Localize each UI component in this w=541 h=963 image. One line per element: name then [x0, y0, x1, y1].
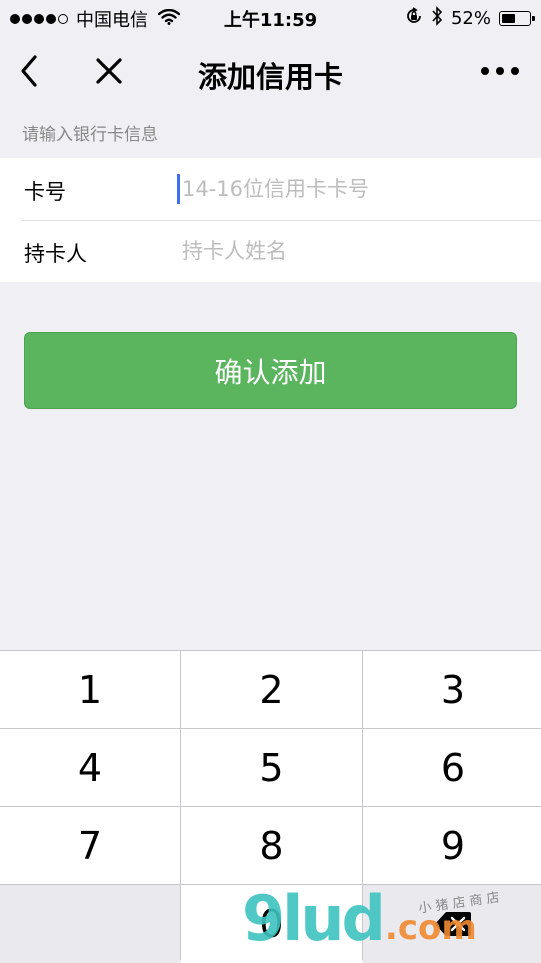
key-7[interactable]: 7 [0, 807, 180, 884]
status-bar: 中国电信 上午11:59 52% [0, 0, 541, 36]
card-number-input[interactable] [178, 168, 522, 210]
delete-key[interactable] [363, 885, 541, 963]
key-1[interactable]: 1 [0, 651, 180, 728]
numeric-keypad: 1 2 3 4 5 6 7 8 9 0 [0, 650, 541, 963]
wifi-icon [157, 8, 181, 30]
section-hint: 请输入银行卡信息 [22, 125, 158, 145]
navigation-bar: 添加信用卡 [0, 36, 541, 106]
status-bar-left: 中国电信 [10, 6, 181, 32]
card-number-label: 卡号 [24, 180, 66, 204]
cardholder-row: 持卡人 [0, 220, 541, 282]
close-button[interactable] [86, 48, 132, 94]
back-button[interactable] [6, 48, 52, 94]
backspace-icon [435, 912, 471, 936]
page-title: 添加信用卡 [197, 60, 343, 94]
cardholder-input[interactable] [178, 230, 522, 272]
key-3[interactable]: 3 [363, 651, 541, 728]
back-icon [21, 55, 37, 87]
confirm-add-button[interactable]: 确认添加 [24, 332, 517, 409]
key-4[interactable]: 4 [0, 729, 180, 806]
battery-icon [499, 11, 535, 26]
key-blank [0, 885, 180, 963]
key-0[interactable]: 0 [181, 885, 362, 963]
more-button[interactable] [477, 48, 523, 94]
card-form: 卡号 持卡人 [0, 158, 541, 282]
battery-fill [502, 14, 515, 23]
orientation-lock-icon [405, 7, 423, 30]
signal-strength-icon [10, 14, 68, 24]
close-icon [96, 58, 122, 84]
key-8[interactable]: 8 [181, 807, 362, 884]
bluetooth-icon [431, 6, 443, 31]
carrier-name: 中国电信 [76, 10, 148, 31]
key-6[interactable]: 6 [363, 729, 541, 806]
status-bar-right: 52% [405, 6, 535, 31]
key-5[interactable]: 5 [181, 729, 362, 806]
card-number-row: 卡号 [0, 158, 541, 220]
key-9[interactable]: 9 [363, 807, 541, 884]
text-cursor [177, 174, 180, 204]
battery-percent: 52% [450, 8, 491, 29]
cardholder-label: 持卡人 [24, 242, 87, 266]
more-icon [481, 67, 519, 75]
key-2[interactable]: 2 [181, 651, 362, 728]
